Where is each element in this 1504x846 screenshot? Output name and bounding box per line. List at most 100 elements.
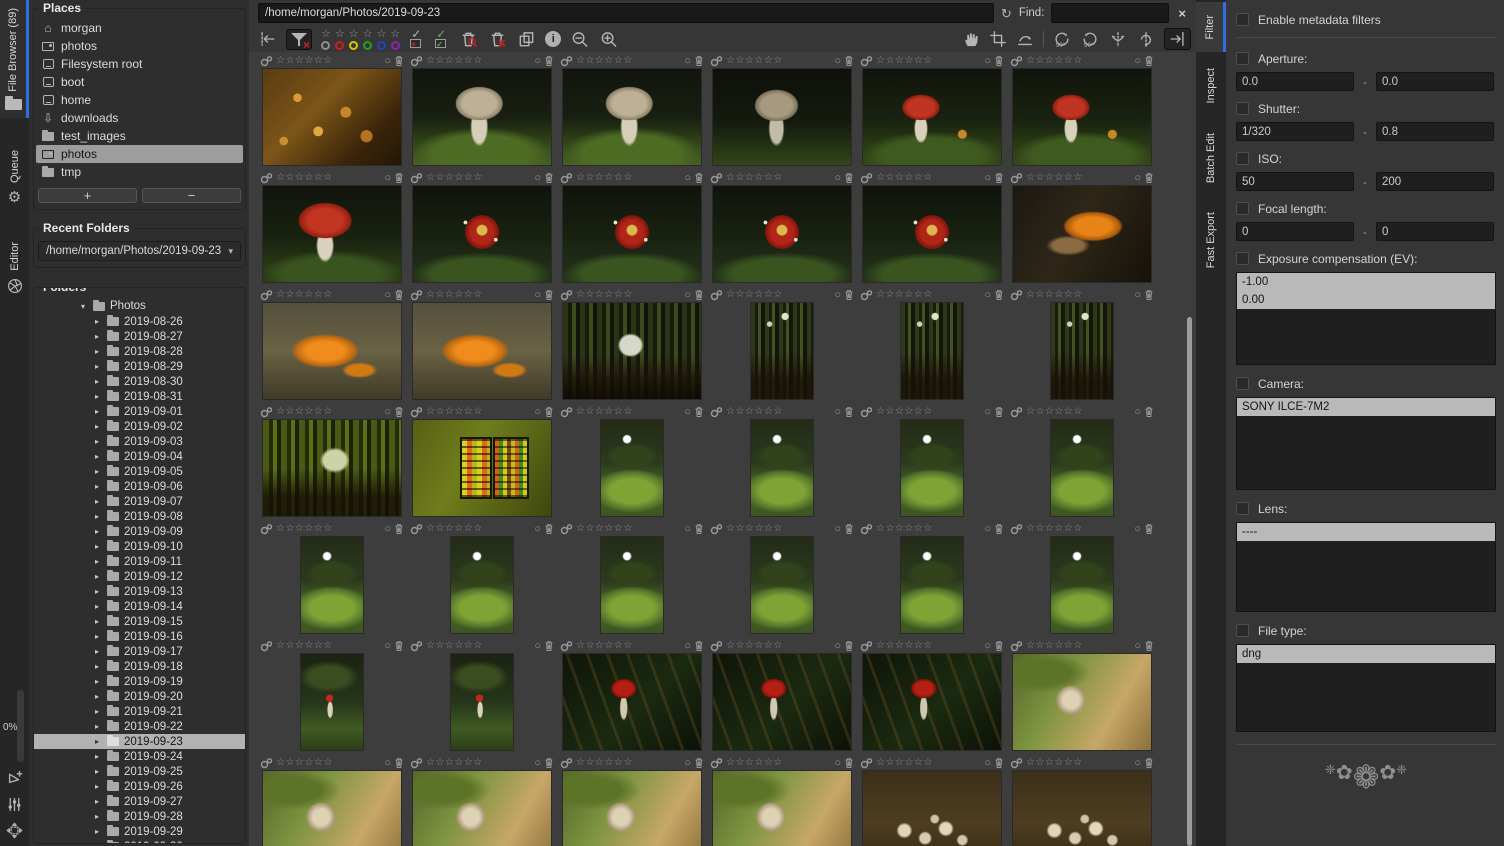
trash-icon[interactable]: [994, 172, 1004, 184]
photo-thumbnail[interactable]: [412, 68, 552, 166]
tree-collapsed-icon[interactable]: ▸: [92, 767, 102, 776]
tree-collapsed-icon[interactable]: ▸: [92, 407, 102, 416]
photo-thumbnail[interactable]: [900, 419, 964, 517]
tree-collapsed-icon[interactable]: ▸: [92, 842, 102, 844]
shutter-checkbox[interactable]: [1236, 102, 1249, 115]
refresh-icon[interactable]: ↻: [1001, 7, 1012, 20]
tree-collapsed-icon[interactable]: ▸: [92, 497, 102, 506]
place-item-photos[interactable]: photos: [36, 37, 243, 55]
photo-thumbnail[interactable]: [1012, 68, 1152, 166]
trash-icon[interactable]: [544, 523, 554, 535]
color-label-icon[interactable]: ○: [384, 524, 391, 535]
photo-thumbnail[interactable]: [412, 185, 552, 283]
tree-collapsed-icon[interactable]: ▸: [92, 422, 102, 431]
tab-editor[interactable]: Editor: [0, 234, 29, 326]
rating-stars[interactable]: ☆☆☆☆☆☆: [276, 641, 333, 651]
folder-item-2019-09-05[interactable]: ▸2019-09-05: [34, 464, 245, 479]
tree-collapsed-icon[interactable]: ▸: [92, 587, 102, 596]
trash-icon[interactable]: [1144, 757, 1154, 769]
find-input[interactable]: [1051, 3, 1169, 23]
color-label-icon[interactable]: ○: [834, 407, 841, 418]
filter-unedited-button[interactable]: ✓×: [409, 30, 425, 48]
trash-icon[interactable]: [694, 757, 704, 769]
folder-tree-root[interactable]: ▾Photos: [34, 298, 245, 314]
rating-stars[interactable]: ☆☆☆☆☆☆: [726, 173, 783, 183]
focal-length-checkbox[interactable]: [1236, 202, 1249, 215]
grid-scrollbar[interactable]: [1186, 52, 1193, 846]
color-label-icon[interactable]: ○: [984, 641, 991, 652]
file-type-checkbox[interactable]: [1236, 624, 1249, 637]
rating-stars[interactable]: ☆☆☆☆☆☆: [876, 524, 933, 534]
trash-icon[interactable]: [694, 172, 704, 184]
grid-scrollbar-thumb[interactable]: [1187, 317, 1192, 846]
folder-item-2019-09-04[interactable]: ▸2019-09-04: [34, 449, 245, 464]
filter-rank-2[interactable]: ☆: [349, 29, 359, 50]
rating-stars[interactable]: ☆☆☆☆☆☆: [726, 407, 783, 417]
listbox-option[interactable]: SONY ILCE-7M2: [1237, 398, 1495, 416]
aperture-from-input[interactable]: [1236, 72, 1354, 91]
folder-item-2019-09-17[interactable]: ▸2019-09-17: [34, 644, 245, 659]
color-label-icon[interactable]: ○: [684, 56, 691, 67]
zoom-out-button[interactable]: [570, 30, 590, 49]
tab-batch-edit[interactable]: Batch Edit: [1196, 120, 1226, 196]
rating-stars[interactable]: ☆☆☆☆☆☆: [876, 290, 933, 300]
place-item-tmp[interactable]: tmp: [36, 163, 243, 181]
photo-thumbnail[interactable]: [712, 68, 852, 166]
color-label-icon[interactable]: ○: [834, 758, 841, 769]
rating-stars[interactable]: ☆☆☆☆☆☆: [876, 758, 933, 768]
folder-item-2019-09-07[interactable]: ▸2019-09-07: [34, 494, 245, 509]
folder-item-2019-09-23[interactable]: ▸2019-09-23: [34, 734, 245, 749]
show-trash-button[interactable]: [459, 30, 479, 49]
filter-rank-0[interactable]: ☆: [321, 29, 331, 50]
rating-stars[interactable]: ☆☆☆☆☆☆: [576, 290, 633, 300]
folder-item-2019-09-28[interactable]: ▸2019-09-28: [34, 809, 245, 824]
tree-collapsed-icon[interactable]: ▸: [92, 392, 102, 401]
photo-thumbnail[interactable]: [262, 302, 402, 400]
photo-thumbnail[interactable]: [750, 419, 814, 517]
rating-stars[interactable]: ☆☆☆☆☆☆: [426, 758, 483, 768]
folder-item-2019-09-10[interactable]: ▸2019-09-10: [34, 539, 245, 554]
listbox-option[interactable]: -1.00: [1237, 273, 1495, 291]
photo-thumbnail[interactable]: [1012, 770, 1152, 846]
color-label-icon[interactable]: ○: [1134, 524, 1141, 535]
photo-thumbnail[interactable]: [412, 302, 552, 400]
folder-item-2019-09-11[interactable]: ▸2019-09-11: [34, 554, 245, 569]
collapse-left-panel-button[interactable]: [258, 30, 277, 48]
trash-icon[interactable]: [844, 289, 854, 301]
rating-stars[interactable]: ☆☆☆☆☆☆: [276, 758, 333, 768]
focal-from-input[interactable]: [1236, 222, 1354, 241]
iso-to-input[interactable]: [1376, 172, 1494, 191]
zoom-in-button[interactable]: [599, 30, 619, 49]
folder-item-2019-09-18[interactable]: ▸2019-09-18: [34, 659, 245, 674]
color-label-icon[interactable]: ○: [984, 524, 991, 535]
hand-tool-button[interactable]: [962, 30, 981, 49]
filter-rank-1[interactable]: ☆: [335, 29, 345, 50]
toggle-right-panel-button[interactable]: [1164, 28, 1191, 50]
photo-thumbnail[interactable]: [600, 419, 664, 517]
folder-item-2019-09-30[interactable]: ▸2019-09-30: [34, 839, 245, 844]
rating-stars[interactable]: ☆☆☆☆☆☆: [726, 758, 783, 768]
tree-collapsed-icon[interactable]: ▸: [92, 662, 102, 671]
color-label-icon[interactable]: ○: [384, 641, 391, 652]
trash-icon[interactable]: [694, 55, 704, 67]
color-label-icon[interactable]: ○: [684, 524, 691, 535]
tree-collapsed-icon[interactable]: ▸: [92, 437, 102, 446]
rating-stars[interactable]: ☆☆☆☆☆☆: [876, 407, 933, 417]
tree-collapsed-icon[interactable]: ▸: [92, 527, 102, 536]
rating-stars[interactable]: ☆☆☆☆☆☆: [576, 641, 633, 651]
tab-queue[interactable]: Queue ⚙: [0, 142, 29, 234]
color-label-icon[interactable]: ○: [534, 524, 541, 535]
trash-icon[interactable]: [844, 172, 854, 184]
rating-stars[interactable]: ☆☆☆☆☆☆: [426, 290, 483, 300]
color-label-icon[interactable]: ○: [384, 290, 391, 301]
path-input[interactable]: [258, 3, 994, 23]
trash-icon[interactable]: [394, 406, 404, 418]
trash-icon[interactable]: [544, 55, 554, 67]
trash-icon[interactable]: [1144, 406, 1154, 418]
trash-icon[interactable]: [994, 289, 1004, 301]
folder-item-2019-09-24[interactable]: ▸2019-09-24: [34, 749, 245, 764]
folder-item-2019-09-08[interactable]: ▸2019-09-08: [34, 509, 245, 524]
rating-stars[interactable]: ☆☆☆☆☆☆: [726, 56, 783, 66]
color-label-icon[interactable]: ○: [1134, 407, 1141, 418]
folder-item-2019-09-09[interactable]: ▸2019-09-09: [34, 524, 245, 539]
